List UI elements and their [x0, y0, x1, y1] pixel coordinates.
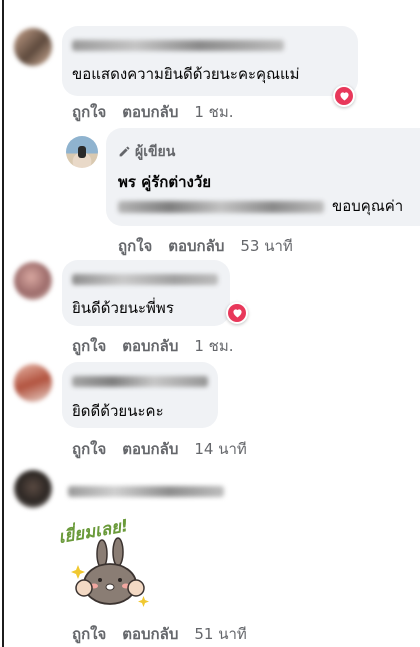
bunny-icon — [71, 537, 149, 607]
comment-actions: ถูกใจ ตอบกลับ 1 ชม. — [72, 334, 234, 358]
reaction-heart-icon[interactable] — [333, 85, 355, 107]
commenter-name-blurred[interactable] — [72, 376, 208, 387]
timestamp[interactable]: 53 นาที — [240, 234, 292, 258]
comment-actions: ถูกใจ ตอบกลับ 51 นาที — [72, 622, 247, 646]
author-badge: ผู้เขียน — [135, 144, 176, 160]
reply-actions: ถูกใจ ตอบกลับ 53 นาที — [118, 234, 293, 258]
timestamp[interactable]: 1 ชม. — [194, 334, 233, 358]
avatar[interactable] — [14, 470, 52, 508]
sticker-bunny-thumbs-up[interactable]: เยี่ยมเลย! — [56, 508, 160, 612]
like-button[interactable]: ถูกใจ — [72, 437, 106, 461]
timestamp[interactable]: 1 ชม. — [194, 100, 233, 124]
avatar[interactable] — [14, 364, 52, 402]
like-button[interactable]: ถูกใจ — [118, 234, 152, 258]
timestamp[interactable]: 14 นาที — [194, 437, 246, 461]
like-button[interactable]: ถูกใจ — [72, 100, 106, 124]
reply-button[interactable]: ตอบกลับ — [122, 100, 178, 124]
comment-text: ยินดีด้วยนะพี่พร — [72, 299, 174, 317]
avatar[interactable] — [14, 28, 52, 66]
tagged-name-blurred[interactable] — [118, 201, 324, 213]
comment-bubble — [62, 26, 358, 96]
avatar[interactable] — [14, 262, 52, 300]
comment-actions: ถูกใจ ตอบกลับ 14 นาที — [72, 437, 247, 461]
comment-text: ยิดดีด้วยนะคะ — [72, 402, 164, 420]
commenter-name-blurred[interactable] — [72, 274, 218, 285]
timestamp[interactable]: 51 นาที — [194, 622, 246, 646]
reaction-heart-icon[interactable] — [226, 302, 248, 324]
pencil-icon — [118, 143, 131, 162]
reply-button[interactable]: ตอบกลับ — [122, 334, 178, 358]
reply-text: ขอบคุณค่า — [332, 197, 404, 215]
author-avatar[interactable] — [66, 136, 98, 168]
reply-button[interactable]: ตอบกลับ — [122, 437, 178, 461]
like-button[interactable]: ถูกใจ — [72, 622, 106, 646]
reply-button[interactable]: ตอบกลับ — [168, 234, 224, 258]
left-divider — [2, 0, 4, 647]
commenter-name-blurred[interactable] — [68, 486, 224, 497]
commenter-name-blurred[interactable] — [72, 40, 284, 51]
comment-text: ขอแสดงความยินดีด้วยนะคะคุณแม่ — [72, 65, 300, 83]
comment-actions: ถูกใจ ตอบกลับ 1 ชม. — [72, 100, 234, 124]
reply-button[interactable]: ตอบกลับ — [122, 622, 178, 646]
author-name[interactable]: พร คู่รักต่างวัย — [118, 170, 211, 194]
like-button[interactable]: ถูกใจ — [72, 334, 106, 358]
